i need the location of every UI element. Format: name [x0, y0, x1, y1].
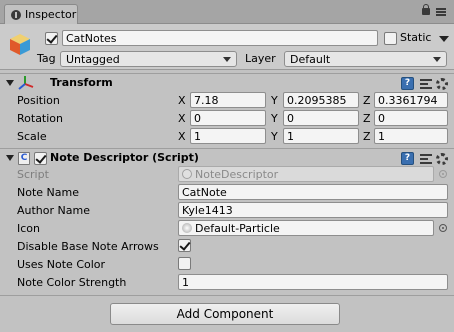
- rotation-y-value: 0: [287, 112, 294, 125]
- position-z-field[interactable]: 0.3361794: [374, 92, 448, 108]
- chevron-down-icon: [223, 57, 231, 62]
- author-name-field[interactable]: Kyle1413: [178, 202, 448, 218]
- foldout-arrow-icon[interactable]: [6, 155, 14, 161]
- position-label: Position: [17, 94, 60, 107]
- scale-z-value: 1: [378, 130, 385, 143]
- scale-y-value: 1: [287, 130, 294, 143]
- transform-header[interactable]: Transform ?: [0, 73, 454, 93]
- active-toggle[interactable]: [45, 32, 58, 45]
- gameobject-header: CatNotes Static Tag Untagged Layer Defau…: [0, 24, 454, 70]
- chevron-down-icon: [433, 57, 441, 62]
- divider: [0, 295, 454, 296]
- tab-inspector-label: Inspector: [25, 8, 77, 21]
- scale-x-field[interactable]: 1: [190, 128, 266, 144]
- static-dropdown-arrow[interactable]: [439, 36, 449, 42]
- script-field: NoteDescriptor: [178, 166, 434, 182]
- note-name-value: CatNote: [182, 186, 227, 199]
- tag-label: Tag: [37, 52, 56, 65]
- script-value: NoteDescriptor: [195, 168, 279, 181]
- transform-title: Transform: [50, 76, 113, 89]
- particle-icon: [182, 223, 192, 233]
- transform-axes-icon: [18, 76, 34, 90]
- axis-y-label: Y: [271, 112, 278, 125]
- scale-y-field[interactable]: 1: [283, 128, 359, 144]
- object-picker-icon: [439, 170, 447, 178]
- note-descriptor-header[interactable]: C Note Descriptor (Script) ?: [0, 148, 454, 168]
- position-y-value: 0.2095385: [287, 94, 347, 107]
- note-descriptor-title: Note Descriptor (Script): [50, 151, 199, 164]
- axis-x-label: X: [178, 130, 186, 143]
- info-icon: [11, 10, 21, 20]
- script-file-icon: [182, 169, 192, 179]
- static-checkbox[interactable]: [384, 32, 397, 45]
- scale-label: Scale: [17, 130, 47, 143]
- static-label: Static: [400, 31, 432, 44]
- uses-color-checkbox[interactable]: [178, 257, 191, 270]
- rotation-x-field[interactable]: 0: [190, 110, 266, 126]
- color-strength-label: Note Color Strength: [17, 276, 127, 289]
- position-x-field[interactable]: 7.18: [190, 92, 266, 108]
- axis-x-label: X: [178, 112, 186, 125]
- rotation-z-value: 0: [378, 112, 385, 125]
- help-icon[interactable]: ?: [401, 77, 414, 90]
- scale-x-value: 1: [194, 130, 201, 143]
- rotation-x-value: 0: [194, 112, 201, 125]
- scale-z-field[interactable]: 1: [374, 128, 448, 144]
- script-label: Script: [17, 168, 49, 181]
- rotation-label: Rotation: [17, 112, 64, 125]
- script-icon: C: [18, 152, 30, 165]
- tab-inspector[interactable]: Inspector: [4, 4, 78, 24]
- help-icon[interactable]: ?: [401, 152, 414, 165]
- color-strength-value: 1: [182, 276, 189, 289]
- note-name-field[interactable]: CatNote: [178, 184, 448, 200]
- icon-field[interactable]: Default-Particle: [178, 220, 434, 236]
- axis-z-label: Z: [363, 94, 371, 107]
- axis-z-label: Z: [363, 130, 371, 143]
- position-x-value: 7.18: [194, 94, 219, 107]
- author-name-value: Kyle1413: [182, 204, 233, 217]
- disable-arrows-checkbox[interactable]: [178, 239, 191, 252]
- author-name-label: Author Name: [17, 204, 90, 217]
- preset-icon[interactable]: [420, 78, 432, 90]
- layer-label: Layer: [245, 52, 276, 65]
- gameobject-name-field[interactable]: CatNotes: [62, 30, 378, 46]
- gear-icon[interactable]: [436, 78, 448, 90]
- gear-icon[interactable]: [436, 153, 448, 165]
- icon-label: Icon: [17, 222, 40, 235]
- add-component-label: Add Component: [176, 307, 274, 321]
- axis-z-label: Z: [363, 112, 371, 125]
- layer-dropdown[interactable]: Default: [284, 51, 447, 67]
- tab-bar: Inspector: [0, 0, 454, 24]
- icon-value: Default-Particle: [195, 222, 280, 235]
- axis-x-label: X: [178, 94, 186, 107]
- layer-value: Default: [290, 53, 331, 66]
- menu-icon[interactable]: [436, 8, 446, 16]
- component-enabled-toggle[interactable]: [34, 152, 47, 165]
- add-component-button[interactable]: Add Component: [110, 303, 340, 325]
- tag-dropdown[interactable]: Untagged: [60, 51, 237, 67]
- color-strength-field[interactable]: 1: [178, 274, 448, 290]
- object-picker-icon[interactable]: [439, 224, 447, 232]
- tag-value: Untagged: [66, 53, 120, 66]
- rotation-y-field[interactable]: 0: [283, 110, 359, 126]
- axis-y-label: Y: [271, 130, 278, 143]
- uses-color-label: Uses Note Color: [17, 258, 106, 271]
- axis-y-label: Y: [271, 94, 278, 107]
- position-z-value: 0.3361794: [378, 94, 438, 107]
- disable-arrows-label: Disable Base Note Arrows: [17, 240, 159, 253]
- gameobject-cube-icon: [10, 34, 30, 55]
- lock-icon[interactable]: [422, 4, 430, 15]
- note-name-label: Note Name: [17, 186, 79, 199]
- foldout-arrow-icon[interactable]: [6, 80, 14, 86]
- position-y-field[interactable]: 0.2095385: [283, 92, 359, 108]
- rotation-z-field[interactable]: 0: [374, 110, 448, 126]
- preset-icon[interactable]: [420, 153, 432, 165]
- gameobject-name-value: CatNotes: [66, 32, 117, 45]
